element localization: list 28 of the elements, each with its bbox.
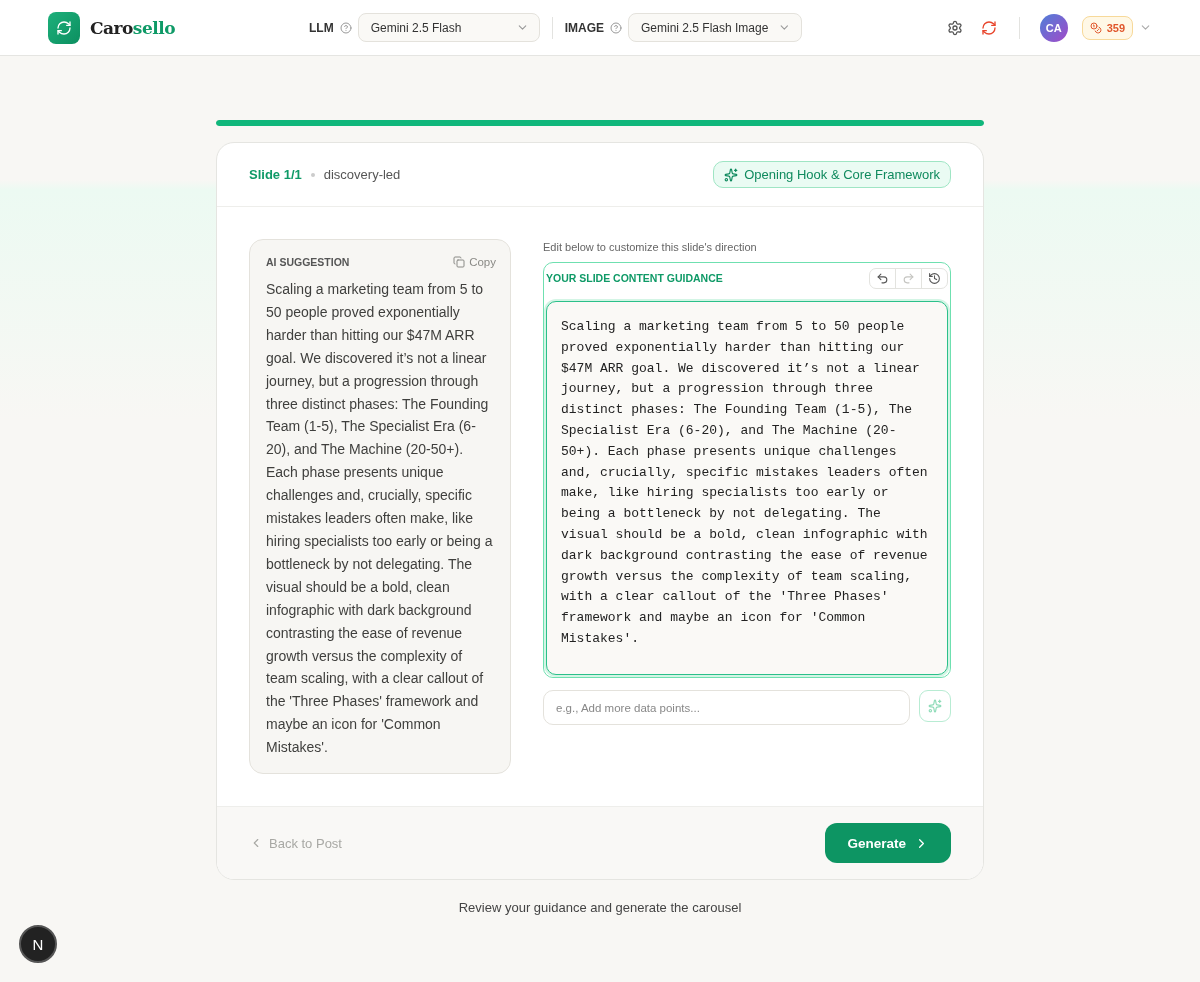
model-select[interactable]: Gemini 2.5 Flash Image: [628, 13, 802, 42]
suggestion-text: Scaling a marketing team from 5 to 50 people proved exponentially harder than hitting our $47M ARR goal. We discovered it’s not a linear journey, but a progression through three distinct phases: The Founding Team (1-5), The Specialist Era (6-20), and The Machine (20-50+). Each phase presents unique challenges and, crucially, specific mistakes leaders often make, like hiring specialists too early or being a bottleneck by not delegating. The visual should be a bold, clean infographic with dark background contrasting the ease of revenue growth versus the complexity of team scaling, with a clear callout of the 'Three Phases' framework and maybe an icon for 'Common Mistakes'.: [266, 280, 494, 758]
brand-name: Carosello: [90, 17, 175, 38]
history-icon: [928, 271, 941, 285]
logo-icon: [48, 11, 80, 44]
model-label: IMAGE: [564, 20, 604, 35]
model-label: LLM: [309, 20, 334, 35]
editor-title: YOUR SLIDE CONTENT GUIDANCE: [546, 272, 723, 284]
model-select[interactable]: Gemini 2.5 Flash: [357, 13, 540, 42]
slide-counter: Slide 1/1: [249, 167, 302, 182]
redo-icon: [902, 271, 915, 285]
sparkle-button[interactable]: [919, 690, 951, 722]
help-icon[interactable]: [339, 21, 352, 34]
help-icon[interactable]: [610, 21, 622, 34]
generate-button[interactable]: Generate: [825, 823, 951, 864]
undo-icon: [876, 271, 889, 285]
section-badge: Opening Hook & Core Framework: [713, 161, 951, 188]
editor-hint: Edit below to customize this slide's direction: [543, 241, 758, 253]
refine-input[interactable]: e.g., Add more data points...: [543, 690, 910, 725]
caption-text: Review your guidance and generate the carousel: [457, 900, 743, 916]
credits-badge: 359: [1081, 15, 1133, 40]
user-avatar[interactable]: CA: [1039, 13, 1068, 42]
guidance-textarea[interactable]: Scaling a marketing team from 5 to 50 people proved exponentially harder than hitting our $47M ARR goal. We discovered it’s not a linear journey, but a progression through three distinct phases: The Founding Team (1-5), The Specialist Era (6-20), and The Machine (20-50+). Each phase presents unique challenges and, crucially, specific mistakes leaders often make, like hiring specialists too early or being a bottleneck by not delegating. The visual should be a bold, clean infographic with dark background contrasting the ease of revenue growth versus the complexity of team scaling, with a clear callout of the 'Three Phases' framework and maybe an icon for 'Common Mistakes'.: [546, 301, 948, 675]
sparkle-icon: [928, 699, 942, 713]
slide-style: discovery-led: [323, 167, 401, 182]
copy-icon: [453, 256, 466, 268]
suggestion-title: AI SUGGESTION: [266, 256, 350, 268]
dev-tools-button[interactable]: N: [19, 925, 57, 963]
